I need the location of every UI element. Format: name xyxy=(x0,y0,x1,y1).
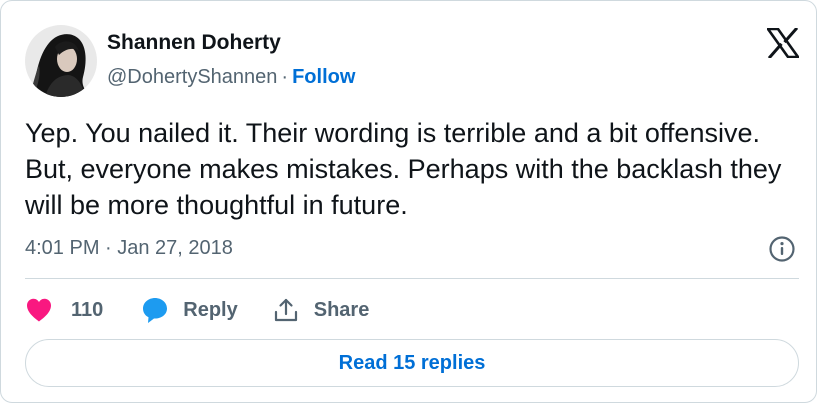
heart-icon xyxy=(25,297,53,323)
action-bar: 110 Reply Share xyxy=(25,293,369,327)
reply-label: Reply xyxy=(183,298,238,321)
info-icon[interactable] xyxy=(768,235,796,263)
share-icon xyxy=(274,297,298,323)
like-button[interactable]: 110 xyxy=(25,297,103,323)
tweet-card: Shannen Doherty @DohertyShannen · Follow Y… xyxy=(0,0,817,403)
share-button[interactable]: Share xyxy=(274,297,370,323)
read-replies-button[interactable]: Read 15 replies xyxy=(25,339,799,387)
author-handle-row: @DohertyShannen · Follow xyxy=(107,63,355,91)
reply-button[interactable]: Reply xyxy=(141,296,238,324)
author-name[interactable]: Shannen Doherty xyxy=(107,29,281,57)
profile-photo-icon xyxy=(25,25,97,97)
follow-link[interactable]: Follow xyxy=(292,66,355,88)
share-label: Share xyxy=(313,298,370,321)
author-handle[interactable]: @DohertyShannen xyxy=(107,66,277,88)
tweet-timestamp[interactable]: 4:01 PM · Jan 27, 2018 xyxy=(25,234,233,262)
x-logo-icon[interactable] xyxy=(766,26,800,60)
like-count: 110 xyxy=(71,298,104,321)
tweet-text: Yep. You nailed it. Their wording is ter… xyxy=(25,118,782,220)
divider xyxy=(25,278,799,279)
author-avatar[interactable] xyxy=(25,25,97,97)
reply-bubble-icon xyxy=(141,296,169,324)
separator-dot: · xyxy=(281,66,289,88)
